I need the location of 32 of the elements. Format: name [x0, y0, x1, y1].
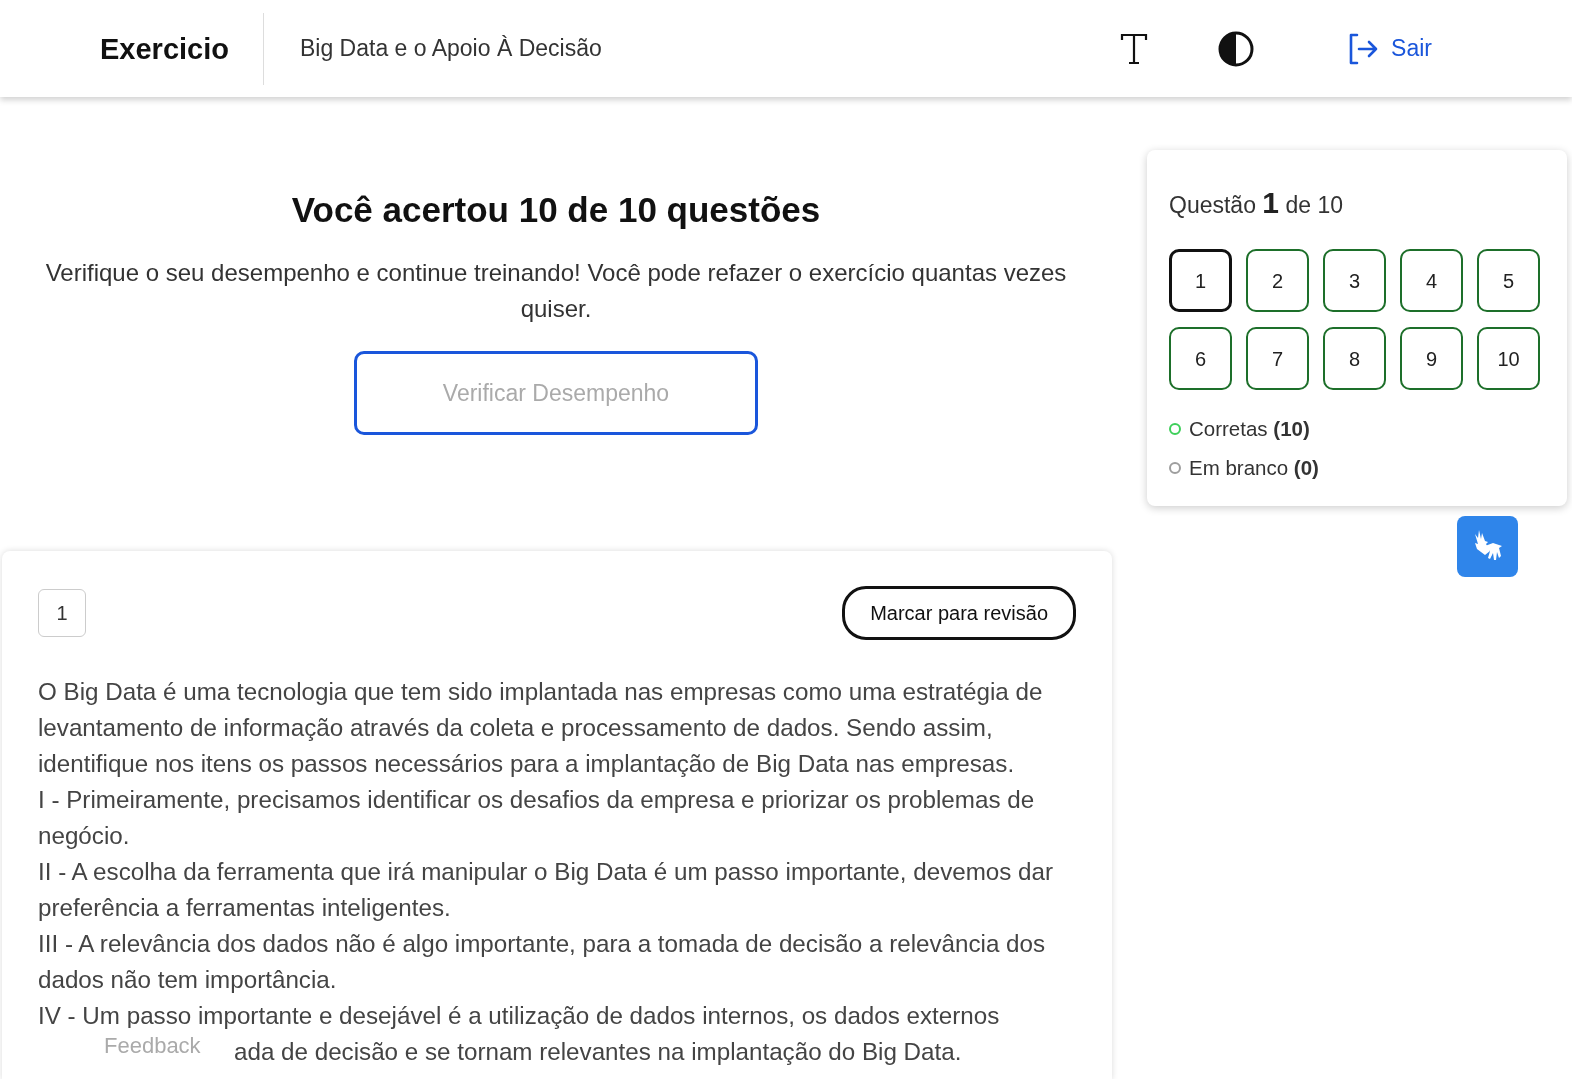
logout-icon — [1347, 31, 1380, 66]
question-text: II - A escolha da ferramenta que irá manipular o Big Data é um passo importante, devemos dar preferência a ferramentas inteligentes. — [38, 857, 1055, 923]
question-button[interactable]: 4 — [1400, 249, 1463, 312]
text-size-icon — [1119, 31, 1150, 66]
question-button[interactable]: 8 — [1323, 327, 1386, 390]
legend-label: Em branco (0) — [1189, 454, 1319, 481]
question-button[interactable]: 10 — [1477, 327, 1540, 390]
question-text: IV - Um passo importante e desejável é a utilização de dados internos, os dados externos — [38, 1001, 1001, 1031]
question-number: 1 — [38, 589, 86, 637]
question-button[interactable]: 6 — [1169, 327, 1232, 390]
legend-label: Corretas (10) — [1189, 416, 1310, 442]
contrast-button[interactable] — [1217, 29, 1256, 68]
mark-for-review-button[interactable]: Marcar para revisão — [842, 586, 1076, 640]
question-button[interactable]: 5 — [1477, 249, 1540, 312]
question-text: ada de decisão e se tornam relevantes na implantação do Big Data. — [234, 1037, 962, 1067]
exercise-subtitle: Big Data e o Apoio À Decisão — [299, 34, 603, 64]
question-button[interactable]: 9 — [1400, 327, 1463, 390]
sign-language-button[interactable] — [1457, 515, 1518, 577]
question-text: O Big Data é uma tecnologia que tem sido implantada nas empresas como uma estratégia de levantamento de informação através da coleta e processamento de dados. Sendo assim, identifique nos itens os passos necessários para a implantação de Big Data nas empresas. — [38, 677, 1044, 779]
result-message: Verifique o seu desempenho e continue treinando! Você pode refazer o exercício quantas vezes quiser. — [44, 258, 1068, 324]
question-text: III - A relevância dos dados não é algo importante, para a tomada de decisão a relevância dos dados não tem importância. — [38, 929, 1047, 995]
page-title: Exercicio — [0, 12, 264, 85]
question-counter: Questão 1 de 10 — [1169, 185, 1344, 221]
question-text: I - Primeiramente, precisamos identificar os desafios da empresa e priorizar os problemas de negócio. — [38, 785, 1036, 851]
logout-button[interactable]: Sair — [1341, 30, 1438, 67]
question-button[interactable]: 7 — [1246, 327, 1309, 390]
contrast-icon — [1217, 29, 1256, 68]
question-button[interactable]: 1 — [1169, 249, 1232, 312]
question-button[interactable]: 2 — [1246, 249, 1309, 312]
question-button[interactable]: 3 — [1323, 249, 1386, 312]
result-heading: Você acertou 10 de 10 questões — [290, 189, 822, 231]
font-size-button[interactable] — [1119, 31, 1150, 66]
